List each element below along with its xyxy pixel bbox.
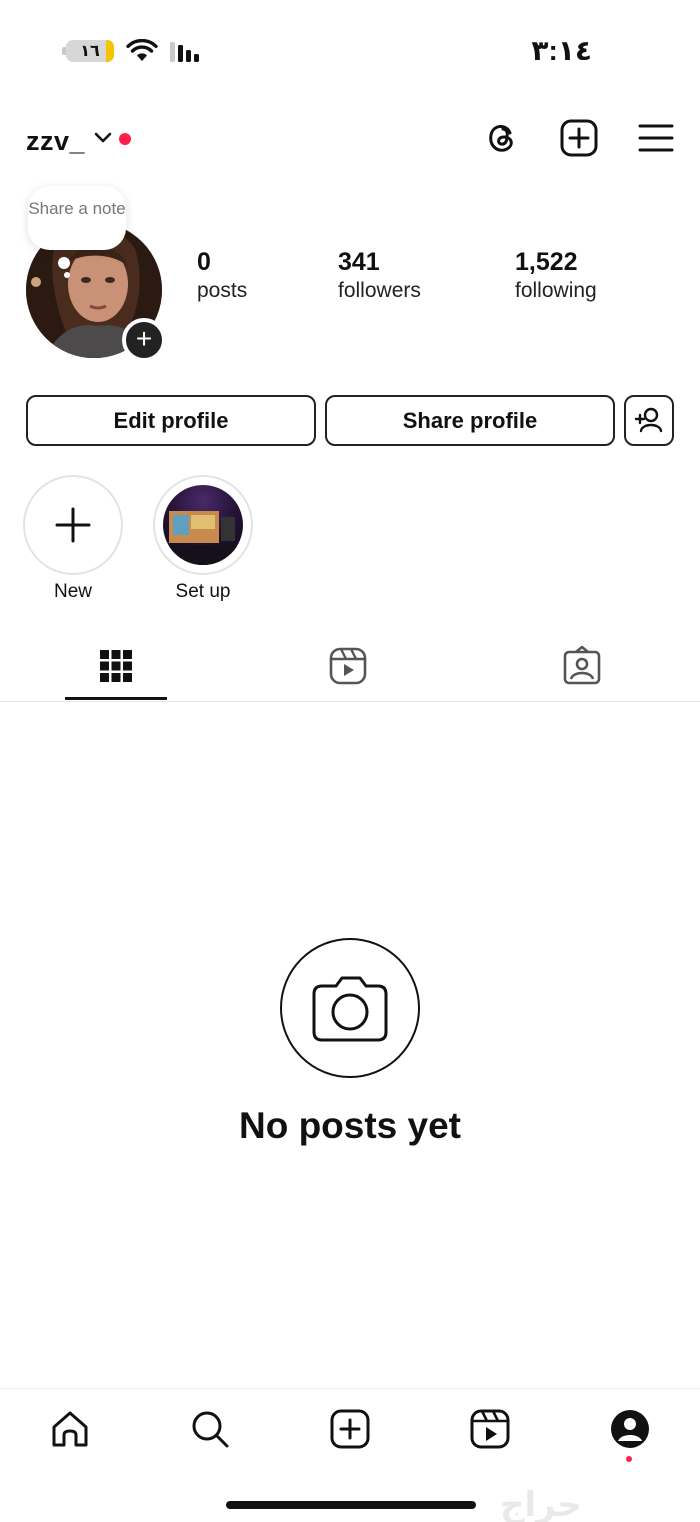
- followers-count: 341: [338, 248, 380, 276]
- highlight-setup-circle: [153, 475, 253, 575]
- followers-stat[interactable]: 341 followers: [338, 248, 421, 303]
- battery-indicator: ١٦: [66, 40, 114, 62]
- create-plus-icon[interactable]: [559, 118, 599, 158]
- bottom-navigation: حراج: [0, 1388, 700, 1522]
- threads-icon[interactable]: [482, 118, 522, 158]
- highlight-setup-label: Set up: [175, 581, 231, 602]
- note-bubble-tail: [58, 257, 70, 269]
- posts-label: posts: [197, 279, 248, 302]
- profile-tabs: [0, 640, 700, 702]
- wifi-icon: [126, 39, 158, 61]
- grid-icon[interactable]: [96, 646, 136, 686]
- home-indicator[interactable]: [226, 1501, 476, 1509]
- profile-icon[interactable]: [608, 1407, 652, 1451]
- reels-icon[interactable]: [328, 646, 368, 686]
- highlight-new[interactable]: New: [23, 475, 123, 603]
- profile-notification-dot: [626, 1456, 632, 1462]
- highlight-new-label: New: [53, 581, 92, 602]
- battery-tip: [62, 47, 66, 55]
- active-tab-indicator: [65, 697, 167, 700]
- empty-state-title: No posts yet: [238, 1105, 462, 1146]
- status-bar: ١٦ ٣:١٤: [0, 0, 700, 100]
- edit-profile-button[interactable]: Edit profile: [26, 395, 316, 446]
- note-bubble-tail-dot: [64, 272, 70, 278]
- add-story-button[interactable]: +: [122, 318, 166, 362]
- battery-level: ١٦: [80, 43, 100, 60]
- username-switcher[interactable]: zzv_: [26, 126, 85, 157]
- posts-stat[interactable]: 0 posts: [197, 248, 247, 303]
- reels-nav-icon[interactable]: [468, 1407, 512, 1451]
- tagged-icon[interactable]: [562, 646, 602, 686]
- status-time: ٣:١٤: [531, 35, 592, 66]
- add-person-icon: [634, 407, 663, 433]
- chevron-down-icon[interactable]: [93, 131, 113, 145]
- share-note-bubble[interactable]: Share a note: [28, 186, 126, 250]
- following-stat[interactable]: 1,522 following: [515, 248, 597, 303]
- posts-count: 0: [197, 248, 211, 276]
- following-label: following: [515, 279, 597, 302]
- profile-header: zzv_: [0, 110, 700, 170]
- plus-icon: [55, 507, 91, 543]
- home-icon[interactable]: [48, 1407, 92, 1451]
- menu-icon[interactable]: [636, 118, 676, 158]
- watermark: حراج: [500, 1486, 582, 1522]
- discover-people-button[interactable]: [624, 395, 674, 446]
- highlight-setup[interactable]: Set up: [153, 475, 253, 603]
- highlight-new-circle: [23, 475, 123, 575]
- highlight-thumbnail: [163, 485, 243, 565]
- empty-posts-circle: [280, 938, 420, 1078]
- following-count: 1,522: [515, 248, 578, 276]
- share-profile-button[interactable]: Share profile: [325, 395, 615, 446]
- notification-dot: [119, 133, 131, 145]
- create-icon[interactable]: [328, 1407, 372, 1451]
- followers-label: followers: [338, 279, 421, 302]
- cellular-signal-icon: [170, 42, 199, 62]
- search-icon[interactable]: [188, 1407, 232, 1451]
- camera-icon: [312, 976, 388, 1042]
